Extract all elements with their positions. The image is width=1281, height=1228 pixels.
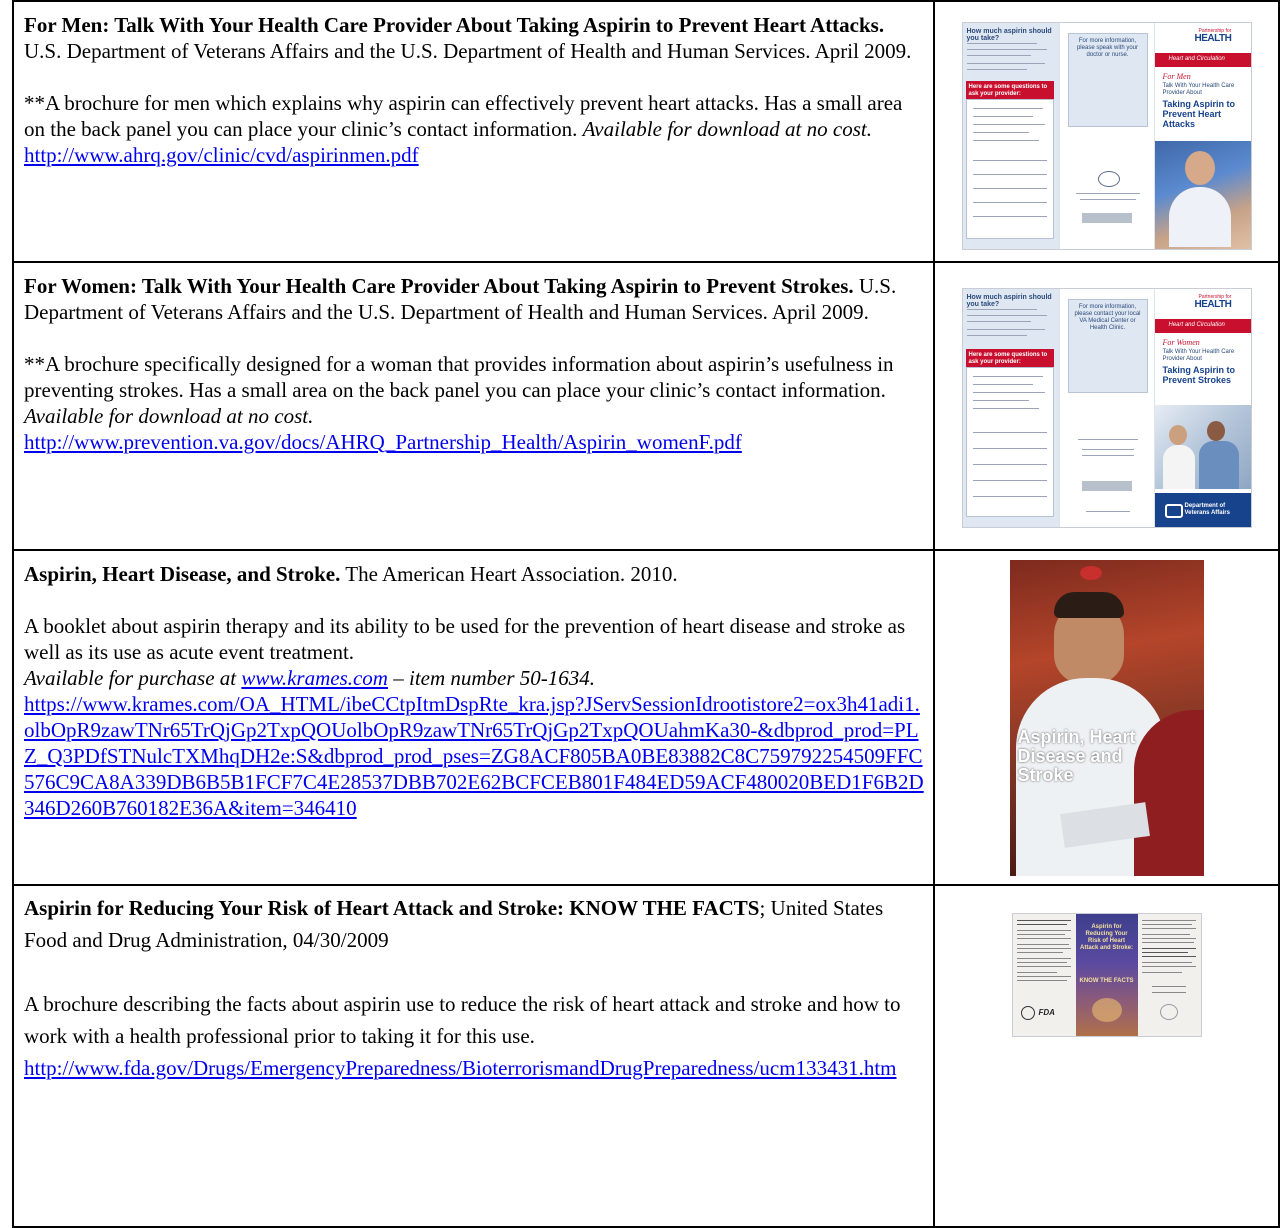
resource-image-cell: FDA Aspirin for Reducing Your Risk of He… xyxy=(933,884,1280,1228)
women-photo xyxy=(1154,405,1251,489)
resource-description: A brochure describing the facts about as… xyxy=(24,992,901,1048)
availability-note: Available for purchase at www.krames.com… xyxy=(24,666,596,690)
va-logo-icon xyxy=(1164,504,1183,518)
table-row: Aspirin for Reducing Your Risk of Heart … xyxy=(12,884,1280,1228)
resource-link[interactable]: http://www.fda.gov/Drugs/EmergencyPrepar… xyxy=(24,1056,896,1080)
resource-link[interactable]: http://www.prevention.va.gov/docs/AHRQ_P… xyxy=(24,430,742,454)
booklet-cover-aha: Aspirin, Heart Disease and Stroke xyxy=(1009,560,1204,876)
section-band: Heart and Circulation xyxy=(1154,319,1251,333)
resource-image-cell: How much aspirin should you take? Here a… xyxy=(933,261,1280,551)
citation: For Men: Talk With Your Health Care Prov… xyxy=(24,12,925,64)
krames-link[interactable]: www.krames.com xyxy=(241,666,388,690)
fda-logo: FDA xyxy=(1038,1008,1055,1017)
availability-note: Available for download at no cost. xyxy=(582,117,872,141)
man-photo xyxy=(1154,141,1251,249)
citation: Aspirin, Heart Disease, and Stroke. The … xyxy=(24,561,925,587)
resource-table: For Men: Talk With Your Health Care Prov… xyxy=(12,0,1280,1228)
availability-note: Available for download at no cost. xyxy=(24,404,314,428)
table-row: For Women: Talk With Your Health Care Pr… xyxy=(12,261,1280,551)
agency-logos-icon xyxy=(1081,213,1132,223)
fda-cover: Aspirin for Reducing Your Risk of Heart … xyxy=(1075,914,1138,1036)
brochure-thumbnail-fda: FDA Aspirin for Reducing Your Risk of He… xyxy=(1011,913,1202,1037)
resource-image-cell: Aspirin, Heart Disease and Stroke xyxy=(933,549,1280,886)
partnership-logo: HEALTH xyxy=(1194,33,1232,44)
resource-description-para: **A brochure for men which explains why … xyxy=(24,90,925,142)
resource-title: For Women: Talk With Your Health Care Pr… xyxy=(24,274,854,298)
brochure-title: Taking Aspirin to Prevent Heart Attacks xyxy=(1162,99,1236,129)
resource-text-cell: Aspirin for Reducing Your Risk of Heart … xyxy=(12,884,935,1228)
resource-description: **A brochure specifically designed for a… xyxy=(24,352,894,402)
hhs-seal-icon xyxy=(1020,1006,1035,1020)
contact-box: For more information, please contact you… xyxy=(1067,299,1148,393)
resource-text-cell: Aspirin, Heart Disease, and Stroke. The … xyxy=(12,549,935,886)
seal-icon xyxy=(1159,1004,1178,1020)
panel-heading: How much aspirin should you take? xyxy=(966,28,1052,42)
table-row: For Men: Talk With Your Health Care Prov… xyxy=(12,0,1280,263)
va-band: Department of Veterans Affairs xyxy=(1154,493,1251,527)
resource-image-cell: How much aspirin should you take? Here a… xyxy=(933,0,1280,263)
resource-title: Aspirin, Heart Disease, and Stroke. xyxy=(24,562,341,586)
brochure-thumbnail-men: How much aspirin should you take? Here a… xyxy=(961,22,1252,250)
table-row: Aspirin, Heart Disease, and Stroke. The … xyxy=(12,549,1280,886)
citation: Aspirin for Reducing Your Risk of Heart … xyxy=(24,892,925,956)
questions-header: Here are some questions to ask your prov… xyxy=(965,81,1054,99)
resource-link[interactable]: https://www.krames.com/OA_HTML/ibeCCtpIt… xyxy=(24,692,924,820)
questions-header: Here are some questions to ask your prov… xyxy=(965,349,1054,367)
brochure-title: Taking Aspirin to Prevent Strokes xyxy=(1162,365,1236,385)
resource-link[interactable]: http://www.ahrq.gov/clinic/cvd/aspirinme… xyxy=(24,143,419,167)
resource-title: Aspirin for Reducing Your Risk of Heart … xyxy=(24,896,760,920)
resource-title: For Men: Talk With Your Health Care Prov… xyxy=(24,13,885,37)
section-band: Heart and Circulation xyxy=(1154,53,1251,67)
resource-text-cell: For Women: Talk With Your Health Care Pr… xyxy=(12,261,935,551)
contact-box: For more information, please speak with … xyxy=(1067,33,1148,127)
citation: For Women: Talk With Your Health Care Pr… xyxy=(24,273,925,325)
resource-source: U.S. Department of Veterans Affairs and … xyxy=(24,39,912,63)
partnership-logo: HEALTH xyxy=(1194,299,1232,310)
booklet-title: Aspirin, Heart Disease and Stroke xyxy=(1017,727,1136,785)
hhs-seal-icon xyxy=(1097,171,1120,187)
resource-text-cell: For Men: Talk With Your Health Care Prov… xyxy=(12,0,935,263)
resource-description-para: **A brochure specifically designed for a… xyxy=(24,351,925,429)
resource-description: A booklet about aspirin therapy and its … xyxy=(24,614,906,664)
panel-heading: How much aspirin should you take? xyxy=(966,294,1052,308)
agency-logos-icon xyxy=(1081,481,1132,491)
brochure-thumbnail-women: How much aspirin should you take? Here a… xyxy=(961,288,1252,528)
resource-source: The American Heart Association. 2010. xyxy=(340,562,678,586)
aha-heart-logo-icon xyxy=(1079,566,1102,580)
